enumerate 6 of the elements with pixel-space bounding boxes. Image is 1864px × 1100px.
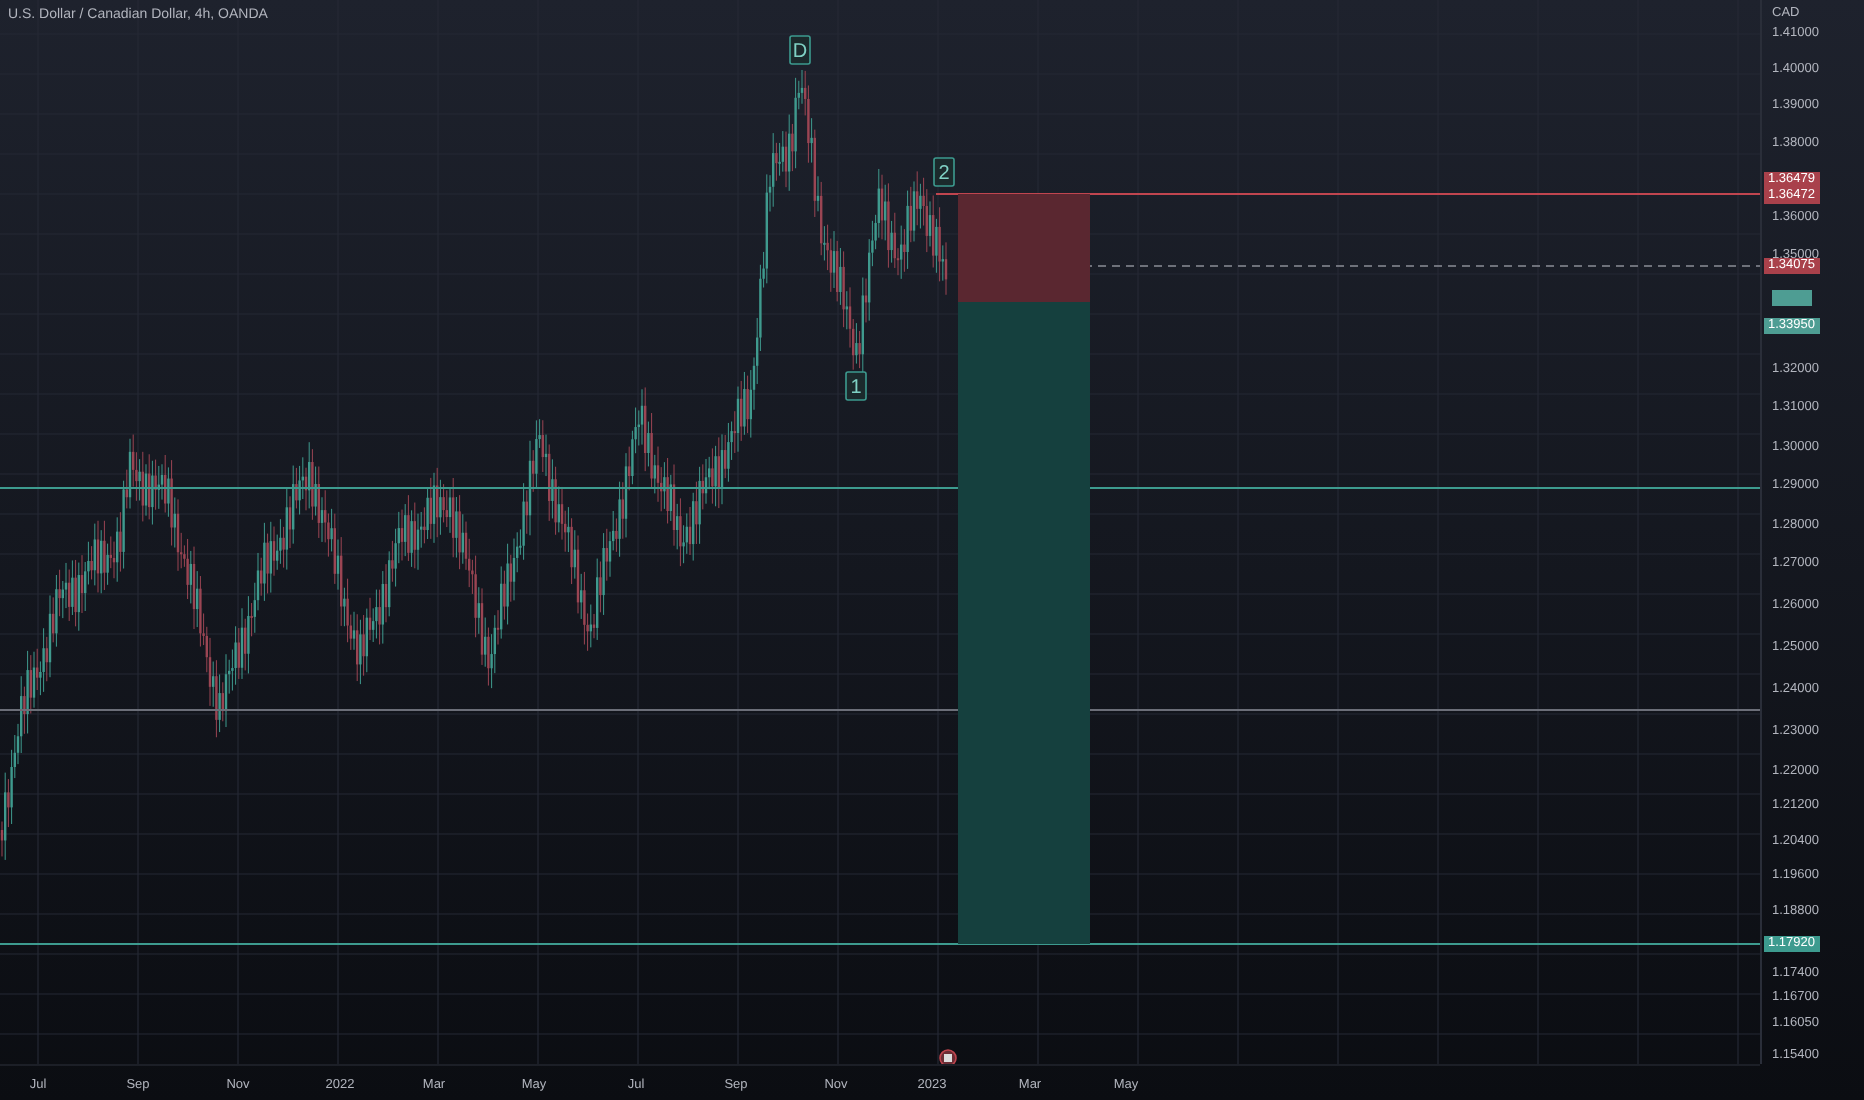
countdown-tag [1772,290,1812,306]
wave-label: 1 [845,371,867,401]
wave-label: D [789,35,811,65]
stop-loss-zone [958,194,1090,302]
wave-label: 2 [933,157,955,187]
event-icon[interactable] [939,1049,957,1064]
